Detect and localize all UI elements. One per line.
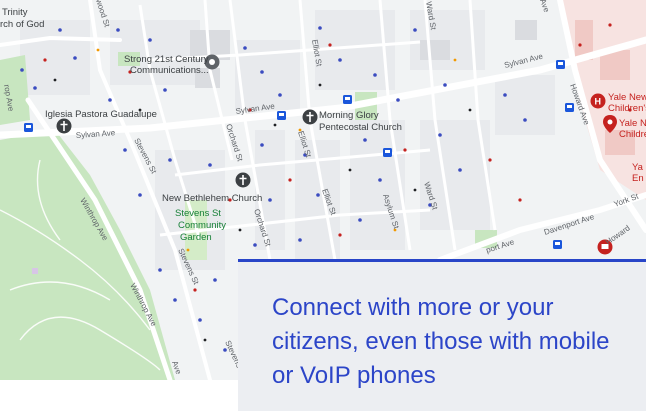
place-label-strong: Strong 21st Century	[124, 54, 209, 65]
bus-stop-icon[interactable]	[343, 95, 352, 104]
place-label-trinity: Trinity	[2, 7, 28, 18]
bus-stop-icon[interactable]	[383, 148, 392, 157]
church-marker-icon[interactable]	[302, 109, 318, 125]
callout-accent-bar	[238, 259, 646, 262]
place-label-yale-2b: Childre	[619, 129, 646, 140]
hospital-marker-icon[interactable]: H	[590, 93, 606, 109]
bus-stop-icon[interactable]	[277, 111, 286, 120]
callout-text: Connect with more or your citizens, even…	[272, 294, 610, 389]
bus-stop-icon[interactable]	[24, 123, 33, 132]
svg-text:H: H	[595, 97, 602, 107]
place-label-ya-2: En	[632, 173, 644, 184]
callout-panel: Connect with more or your citizens, even…	[238, 259, 646, 411]
place-label-trinity-2: rch of God	[0, 19, 44, 30]
place-label-garden: Stevens St	[175, 208, 221, 219]
place-label-strong-2: Communications...	[130, 65, 209, 76]
bus-stop-icon[interactable]	[553, 240, 562, 249]
place-label-garden-3: Garden	[180, 232, 212, 243]
place-label-yale-1: Yale New	[608, 92, 646, 103]
place-label-morning-glory-2: Pentecostal Church	[319, 122, 402, 133]
page-background	[0, 380, 238, 411]
place-label-yale-1b: Children's	[608, 103, 646, 114]
church-marker-icon[interactable]	[235, 172, 251, 188]
place-label-garden-2: Community	[178, 220, 226, 231]
place-label-yale-2: Yale Ne	[619, 118, 646, 129]
place-label-iglesia: Iglesia Pastora Guadalupe	[45, 109, 157, 120]
place-label-ya: Ya	[632, 162, 644, 173]
bus-stop-icon[interactable]	[556, 60, 565, 69]
bus-stop-icon[interactable]	[565, 103, 574, 112]
place-label-new-bethlehem: New Bethlehem Church	[162, 193, 262, 204]
church-marker-icon[interactable]	[56, 118, 72, 134]
place-label-morning-glory: Morning Glory	[319, 110, 379, 121]
